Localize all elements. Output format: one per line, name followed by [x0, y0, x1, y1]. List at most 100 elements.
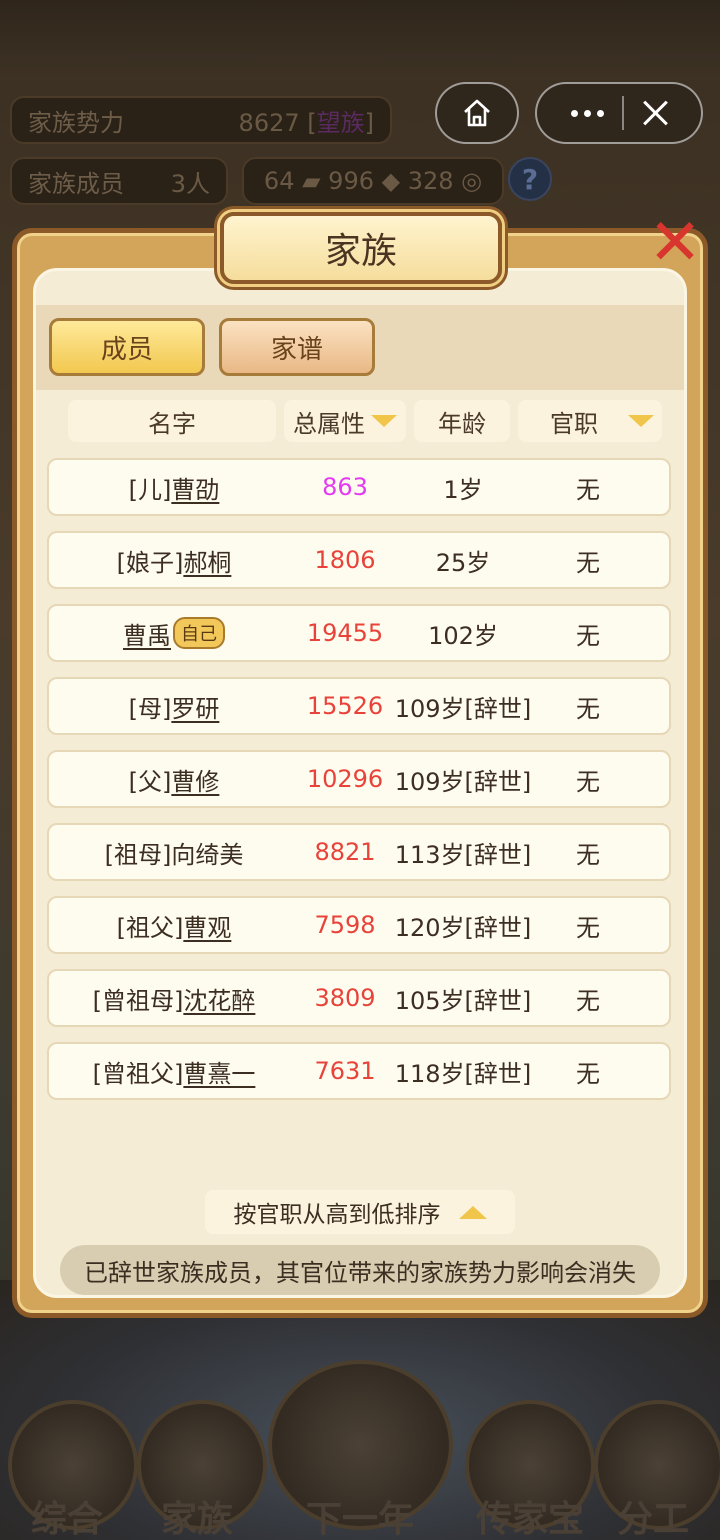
member-attr: 15526	[306, 692, 384, 720]
member-name[interactable]: 曹修	[171, 762, 219, 797]
member-name[interactable]: 向绮美	[171, 835, 243, 870]
background-header	[0, 0, 720, 80]
member-age: 109岁[辞世]	[394, 694, 532, 723]
member-name[interactable]: 罗研	[171, 689, 219, 724]
member-post: 无	[576, 694, 600, 723]
member-name-cell: [曾祖母] 沈花醉	[49, 971, 299, 1025]
column-age-label: 年龄	[438, 409, 486, 438]
bg-nav-family-label: 家族	[160, 1499, 233, 1540]
bg-family-power: 家族势力 8627 [望族]	[10, 96, 392, 144]
table-row[interactable]: 曹禹 自己 19455 102岁 无	[47, 604, 671, 662]
member-age: 102岁	[428, 621, 498, 650]
member-post: 无	[576, 548, 600, 577]
member-name-cell: 曹禹 自己	[49, 606, 299, 660]
member-post: 无	[576, 840, 600, 869]
table-row[interactable]: [母] 罗研 15526 109岁[辞世] 无	[47, 677, 671, 735]
member-name[interactable]: 郝桐	[183, 543, 231, 578]
sort-down-icon	[628, 415, 654, 427]
bg-members-value: 3人	[170, 169, 210, 198]
home-button[interactable]	[435, 82, 519, 144]
member-attr: 19455	[306, 619, 384, 647]
member-name-cell: [祖母] 向绮美	[49, 825, 299, 879]
member-name[interactable]: 曹劭	[171, 470, 219, 505]
bg-resources: 64 ▰ 996 ◆ 328 ◎	[242, 157, 504, 205]
dialog-close-icon[interactable]: ✕	[640, 208, 710, 278]
bg-resources-text: 64 ▰ 996 ◆ 328 ◎	[263, 167, 483, 195]
deceased-notice: 已辞世家族成员，其官位带来的家族势力影响会消失	[60, 1245, 660, 1295]
member-name-cell: [母] 罗研	[49, 679, 299, 733]
member-age: 1岁	[443, 475, 483, 504]
member-post: 无	[576, 1059, 600, 1088]
member-attr: 1806	[314, 546, 376, 574]
member-age: 25岁	[435, 548, 491, 577]
column-header-age: 年龄	[414, 400, 510, 442]
home-icon	[464, 99, 490, 127]
sort-order-label: 按官职从高到低排序	[233, 1202, 441, 1228]
member-post: 无	[576, 767, 600, 796]
bg-nav-heirloom-label: 传家宝	[475, 1499, 584, 1540]
member-name[interactable]: 曹熹一	[183, 1054, 255, 1089]
table-row[interactable]: [祖父] 曹观 7598 120岁[辞世] 无	[47, 896, 671, 954]
member-relation: [父]	[128, 767, 172, 796]
capsule-divider	[621, 96, 624, 130]
table-row[interactable]: [娘子] 郝桐 1806 25岁 无	[47, 531, 671, 589]
table-row[interactable]: [祖母] 向绮美 8821 113岁[辞世] 无	[47, 823, 671, 881]
member-name-cell: [父] 曹修	[49, 752, 299, 806]
table-row[interactable]: [曾祖母] 沈花醉 3809 105岁[辞世] 无	[47, 969, 671, 1027]
column-attr-label: 总属性	[293, 409, 365, 438]
bg-power-value: 8627 [望族]	[238, 108, 374, 137]
more-icon[interactable]	[570, 109, 604, 117]
member-attr: 10296	[306, 765, 384, 793]
member-relation: [曾祖父]	[92, 1059, 184, 1088]
column-name-label: 名字	[148, 409, 196, 438]
table-row[interactable]: [曾祖父] 曹熹一 7631 118岁[辞世] 无	[47, 1042, 671, 1100]
member-relation: [曾祖母]	[92, 986, 184, 1015]
member-age: 113岁[辞世]	[394, 840, 532, 869]
member-post: 无	[576, 621, 600, 650]
bg-nav-division-label: 分工	[616, 1499, 689, 1540]
member-attr: 863	[322, 473, 368, 501]
tab-members[interactable]: 成员	[49, 318, 205, 376]
member-age: 105岁[辞世]	[394, 986, 532, 1015]
bg-members-label: 家族成员	[28, 169, 124, 198]
close-icon[interactable]	[642, 100, 668, 126]
member-name[interactable]: 曹禹	[123, 616, 171, 651]
bg-help-icon: ?	[508, 157, 552, 201]
member-name[interactable]: 沈花醉	[183, 981, 255, 1016]
column-header-attr[interactable]: 总属性	[284, 400, 406, 442]
member-attr: 3809	[314, 984, 376, 1012]
sort-order-button[interactable]: 按官职从高到低排序	[205, 1190, 515, 1234]
member-relation: [祖母]	[104, 840, 172, 869]
member-relation: [祖父]	[116, 913, 184, 942]
member-name-cell: [祖父] 曹观	[49, 898, 299, 952]
self-badge: 自己	[173, 617, 225, 649]
member-relation: [娘子]	[116, 548, 184, 577]
member-attr: 8821	[314, 838, 376, 866]
column-post-label: 官职	[550, 409, 598, 438]
bg-family-members: 家族成员 3人	[10, 157, 228, 205]
table-row[interactable]: [父] 曹修 10296 109岁[辞世] 无	[47, 750, 671, 808]
column-header-post[interactable]: 官职	[518, 400, 662, 442]
member-relation: [母]	[128, 694, 172, 723]
bg-nav-next-year-label: 下一年	[305, 1499, 414, 1540]
sort-up-icon	[458, 1205, 487, 1219]
table-row[interactable]: [儿] 曹劭 863 1岁 无	[47, 458, 671, 516]
member-post: 无	[576, 475, 600, 504]
member-name-cell: [儿] 曹劭	[49, 460, 299, 514]
member-post: 无	[576, 913, 600, 942]
column-header-name: 名字	[68, 400, 276, 442]
member-name-cell: [曾祖父] 曹熹一	[49, 1044, 299, 1098]
bg-nav-overview-label: 综合	[30, 1499, 103, 1540]
member-age: 120岁[辞世]	[394, 913, 532, 942]
member-name[interactable]: 曹观	[183, 908, 231, 943]
tab-genealogy[interactable]: 家谱	[219, 318, 375, 376]
member-relation: [儿]	[128, 475, 172, 504]
member-name-cell: [娘子] 郝桐	[49, 533, 299, 587]
member-post: 无	[576, 986, 600, 1015]
member-age: 109岁[辞世]	[394, 767, 532, 796]
member-attr: 7598	[314, 911, 376, 939]
sort-down-icon	[371, 415, 397, 427]
member-attr: 7631	[314, 1057, 376, 1085]
dialog-title: 家族	[220, 212, 502, 284]
member-age: 118岁[辞世]	[394, 1059, 532, 1088]
